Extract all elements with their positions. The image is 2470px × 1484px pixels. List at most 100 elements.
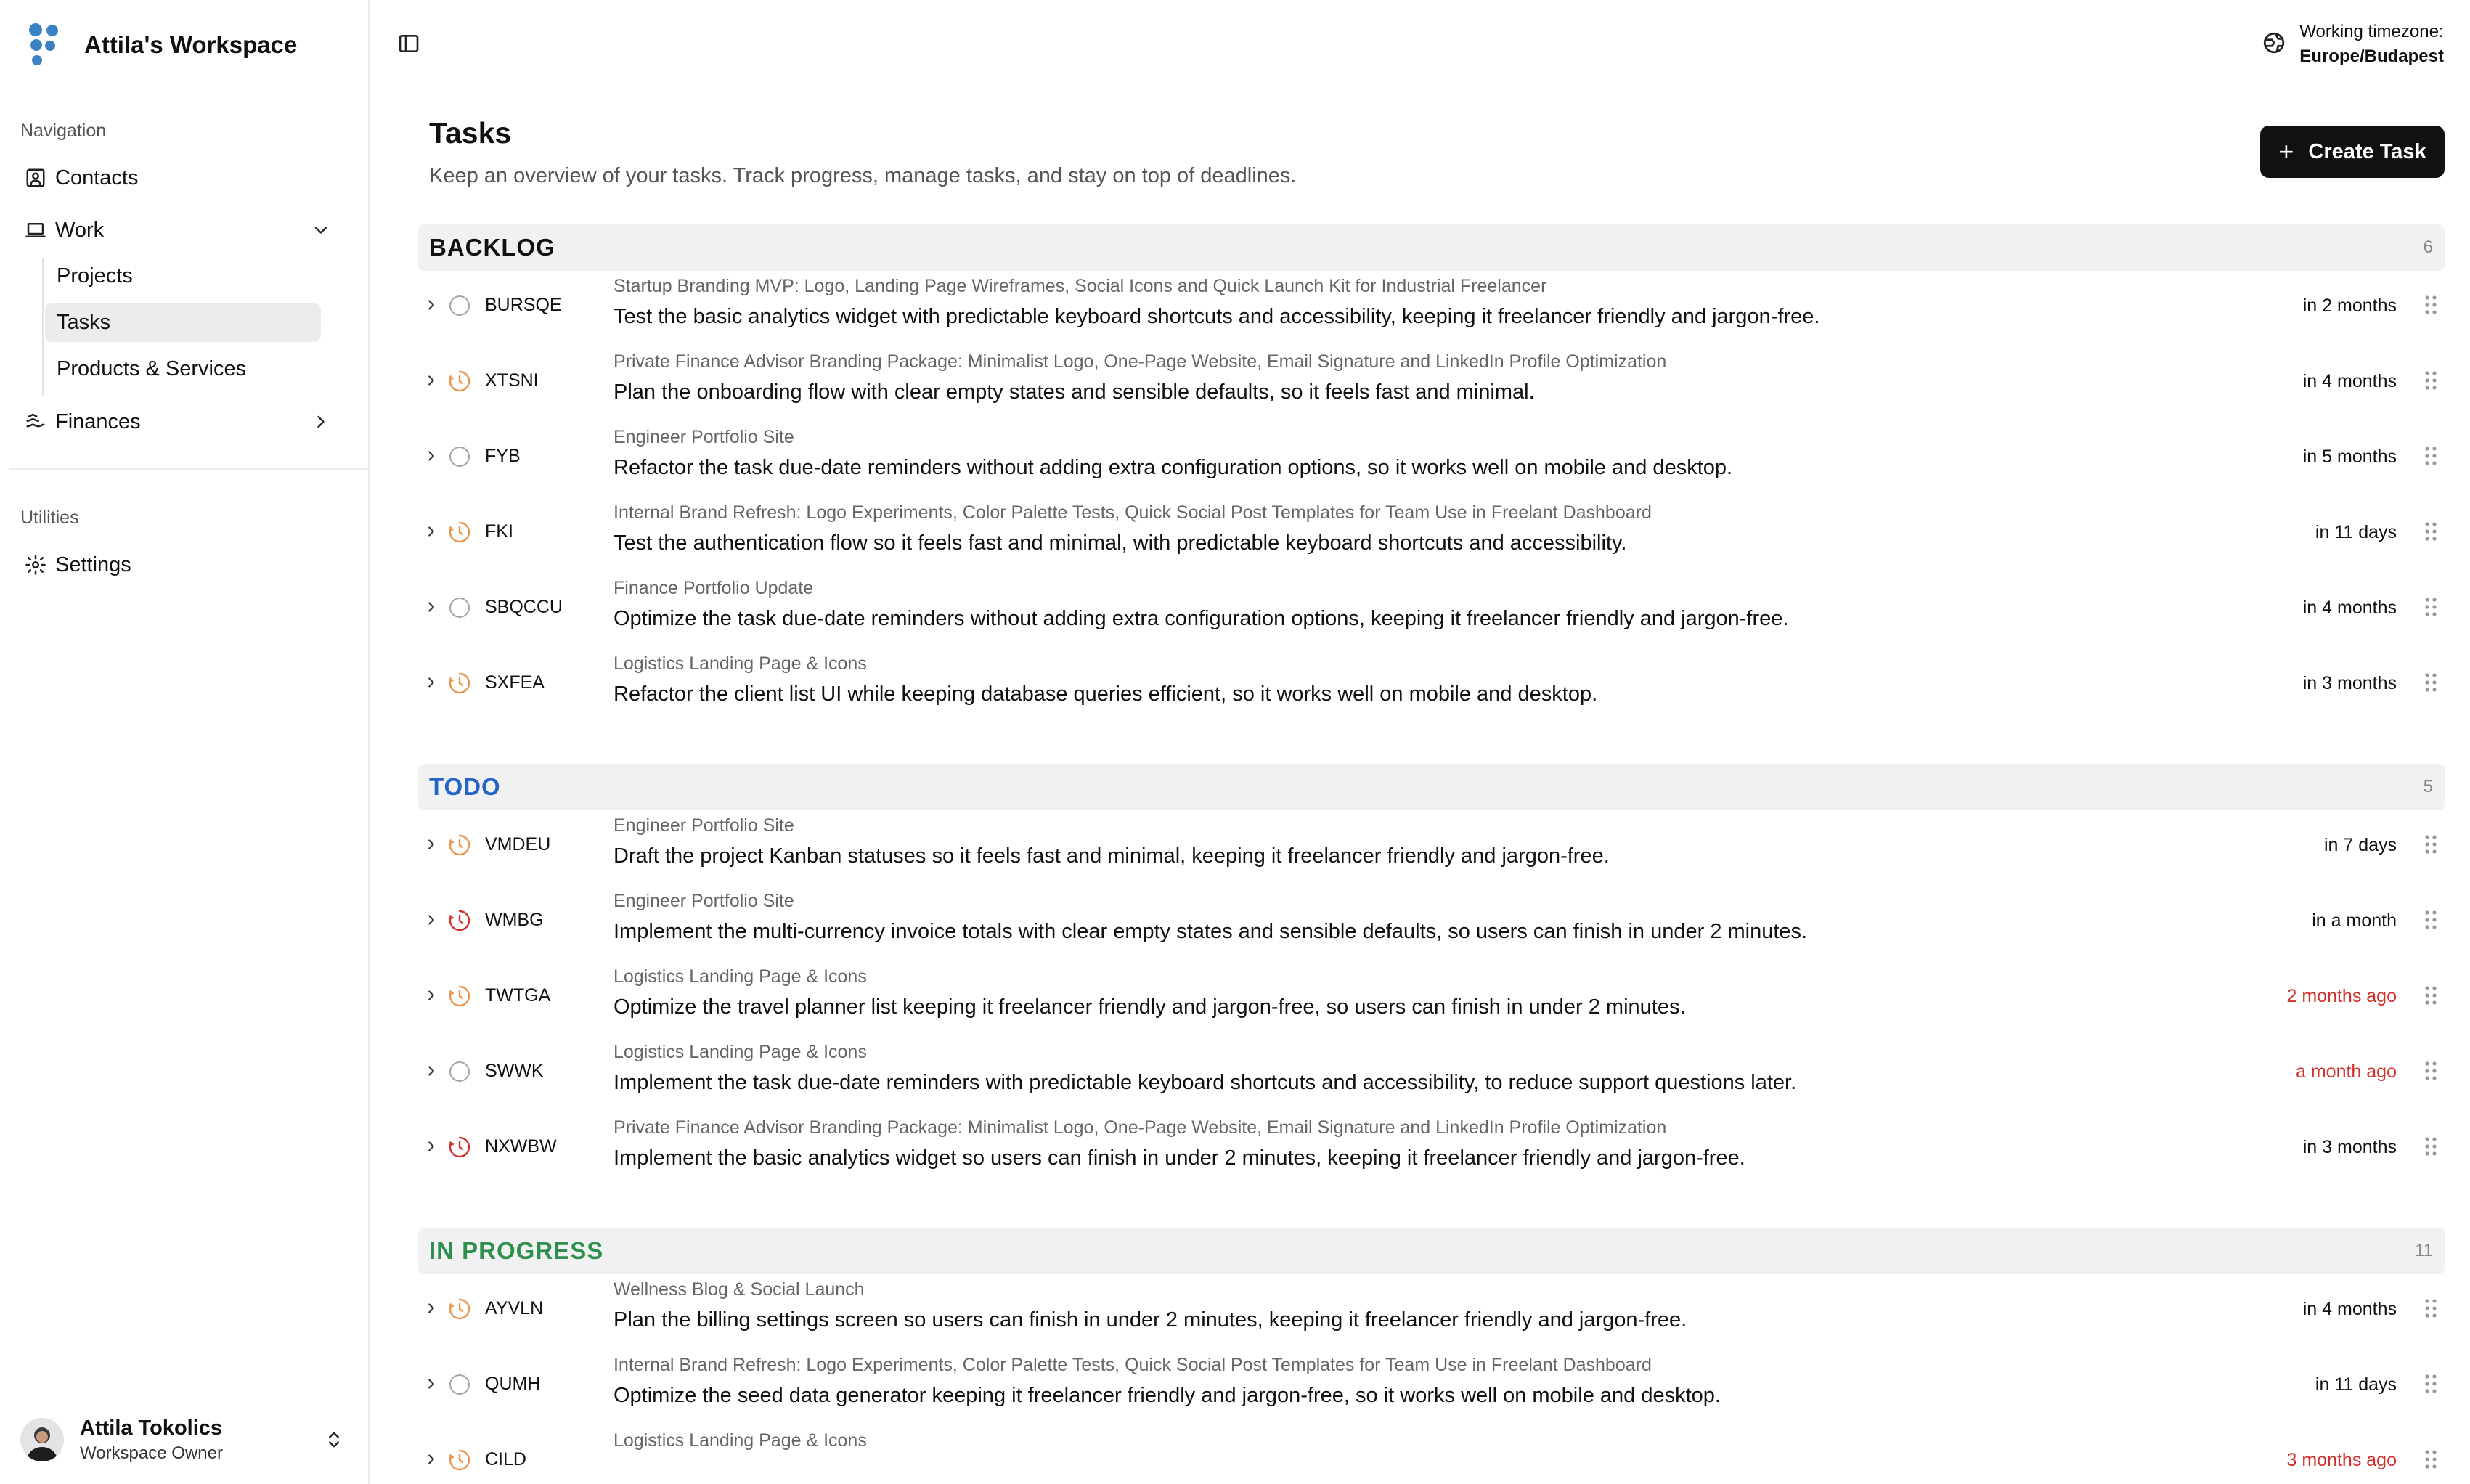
orange-clock-icon[interactable] — [447, 833, 472, 857]
task-row[interactable]: CILD Logistics Landing Page & Icons 3 mont… — [418, 1426, 2445, 1484]
task-row[interactable]: WMBG Engineer Portfolio Site Implement the… — [418, 886, 2445, 962]
group-header[interactable]: BACKLOG 6 — [418, 224, 2445, 271]
task-title[interactable]: Test the basic analytics widget with pre… — [614, 305, 1819, 329]
task-project[interactable]: Internal Brand Refresh: Logo Experiments… — [614, 1355, 1652, 1376]
chevron-right-icon[interactable] — [421, 443, 441, 469]
chevron-right-icon[interactable] — [421, 518, 441, 545]
sidebar-item-tasks[interactable]: Tasks — [45, 303, 321, 342]
task-row[interactable]: BURSQE Startup Branding MVP: Logo, Landin… — [418, 272, 2445, 347]
task-title[interactable]: Optimize the travel planner list keeping… — [614, 995, 1686, 1019]
drag-handle-icon[interactable] — [2420, 669, 2442, 696]
task-row[interactable]: FYB Engineer Portfolio Site Refactor the t… — [418, 423, 2445, 498]
user-menu[interactable]: Attila Tokolics Workspace Owner — [20, 1414, 354, 1465]
workspace-switcher[interactable]: Attila's Workspace — [29, 23, 297, 67]
chevron-right-icon[interactable] — [421, 1133, 441, 1159]
task-project[interactable]: Private Finance Advisor Branding Package… — [614, 351, 1666, 372]
task-row[interactable]: XTSNI Private Finance Advisor Branding Pa… — [418, 347, 2445, 423]
chevron-right-icon[interactable] — [421, 292, 441, 318]
create-task-button[interactable]: + Create Task — [2260, 126, 2445, 178]
empty-circle-icon[interactable] — [447, 1059, 472, 1084]
chevrons-up-down-icon[interactable] — [324, 1427, 344, 1456]
group-header[interactable]: IN PROGRESS 11 — [418, 1228, 2445, 1274]
task-title[interactable]: Implement the task due-date reminders wi… — [614, 1071, 1796, 1095]
task-row[interactable]: VMDEU Engineer Portfolio Site Draft the pr… — [418, 811, 2445, 886]
sidebar-toggle-icon[interactable] — [397, 32, 420, 59]
chevron-right-icon[interactable] — [421, 594, 441, 620]
task-project[interactable]: Private Finance Advisor Branding Package… — [614, 1117, 1666, 1138]
drag-handle-icon[interactable] — [2420, 1295, 2442, 1321]
task-row[interactable]: AYVLN Wellness Blog & Social Launch Plan t… — [418, 1275, 2445, 1350]
orange-clock-icon[interactable] — [447, 671, 472, 696]
chevron-down-icon[interactable] — [311, 220, 331, 244]
empty-circle-icon[interactable] — [447, 444, 472, 469]
task-title[interactable]: Implement the basic analytics widget so … — [614, 1146, 1745, 1170]
drag-handle-icon[interactable] — [2420, 1371, 2442, 1397]
task-title[interactable]: Refactor the client list UI while keepin… — [614, 682, 1597, 706]
sidebar-item-finances[interactable]: Finances — [10, 401, 351, 442]
chevron-right-icon[interactable] — [421, 1058, 441, 1084]
group-header[interactable]: TODO 5 — [418, 764, 2445, 810]
orange-clock-icon[interactable] — [447, 984, 472, 1008]
chevron-right-icon[interactable] — [421, 1446, 441, 1472]
chevron-right-icon[interactable] — [421, 1371, 441, 1397]
task-row[interactable]: QUMH Internal Brand Refresh: Logo Experim… — [418, 1350, 2445, 1426]
task-title[interactable]: Implement the multi-currency invoice tot… — [614, 920, 1807, 944]
task-row[interactable]: FKI Internal Brand Refresh: Logo Experime… — [418, 498, 2445, 574]
chevron-right-icon[interactable] — [311, 412, 331, 436]
sidebar-item-work[interactable]: Work — [10, 210, 351, 250]
task-project[interactable]: Engineer Portfolio Site — [614, 891, 794, 912]
drag-handle-icon[interactable] — [2420, 907, 2442, 933]
task-row[interactable]: SBQCCU Finance Portfolio Update Optimize t… — [418, 574, 2445, 649]
task-project[interactable]: Logistics Landing Page & Icons — [614, 966, 867, 987]
chevron-right-icon[interactable] — [421, 1295, 441, 1321]
task-project[interactable]: Engineer Portfolio Site — [614, 815, 794, 836]
task-project[interactable]: Wellness Blog & Social Launch — [614, 1279, 865, 1300]
drag-handle-icon[interactable] — [2420, 367, 2442, 394]
drag-handle-icon[interactable] — [2420, 594, 2442, 620]
task-project[interactable]: Logistics Landing Page & Icons — [614, 1042, 867, 1063]
orange-clock-icon[interactable] — [447, 1297, 472, 1321]
drag-handle-icon[interactable] — [2420, 1446, 2442, 1472]
task-title[interactable]: Test the authentication flow so it feels… — [614, 531, 1626, 555]
empty-circle-icon[interactable] — [447, 595, 472, 620]
task-project[interactable]: Engineer Portfolio Site — [614, 427, 794, 448]
red-clock-icon[interactable] — [447, 1135, 472, 1159]
sidebar-item-products-services[interactable]: Products & Services — [45, 349, 321, 388]
task-row[interactable]: TWTGA Logistics Landing Page & Icons Optim… — [418, 962, 2445, 1037]
orange-clock-icon[interactable] — [447, 1448, 472, 1472]
red-clock-icon[interactable] — [447, 908, 472, 933]
empty-circle-icon[interactable] — [447, 293, 472, 318]
drag-handle-icon[interactable] — [2420, 292, 2442, 318]
chevron-right-icon[interactable] — [421, 367, 441, 394]
chevron-right-icon[interactable] — [421, 982, 441, 1008]
task-project[interactable]: Internal Brand Refresh: Logo Experiments… — [614, 502, 1652, 523]
sidebar-item-contacts[interactable]: Contacts — [10, 158, 351, 198]
task-row[interactable]: SXFEA Logistics Landing Page & Icons Refac… — [418, 649, 2445, 725]
drag-handle-icon[interactable] — [2420, 518, 2442, 545]
task-title[interactable]: Draft the project Kanban statuses so it … — [614, 844, 1610, 868]
drag-handle-icon[interactable] — [2420, 1133, 2442, 1159]
task-project[interactable]: Finance Portfolio Update — [614, 578, 813, 599]
drag-handle-icon[interactable] — [2420, 982, 2442, 1008]
sidebar-item-settings[interactable]: Settings — [10, 545, 351, 585]
task-title[interactable]: Optimize the seed data generator keeping… — [614, 1384, 1721, 1408]
orange-clock-icon[interactable] — [447, 520, 472, 545]
sidebar-item-projects[interactable]: Projects — [45, 256, 321, 295]
drag-handle-icon[interactable] — [2420, 443, 2442, 469]
orange-clock-icon[interactable] — [447, 369, 472, 394]
task-project[interactable]: Logistics Landing Page & Icons — [614, 653, 867, 674]
task-row[interactable]: NXWBW Private Finance Advisor Branding Pa… — [418, 1113, 2445, 1189]
task-row[interactable]: SWWK Logistics Landing Page & Icons Implem… — [418, 1037, 2445, 1113]
task-title[interactable]: Refactor the task due-date reminders wit… — [614, 456, 1732, 480]
drag-handle-icon[interactable] — [2420, 1058, 2442, 1084]
task-title[interactable]: Plan the onboarding flow with clear empt… — [614, 380, 1535, 404]
task-project[interactable]: Startup Branding MVP: Logo, Landing Page… — [614, 276, 1546, 297]
chevron-right-icon[interactable] — [421, 669, 441, 696]
drag-handle-icon[interactable] — [2420, 831, 2442, 857]
task-project[interactable]: Logistics Landing Page & Icons — [614, 1430, 867, 1451]
empty-circle-icon[interactable] — [447, 1372, 472, 1397]
chevron-right-icon[interactable] — [421, 907, 441, 933]
task-title[interactable]: Plan the billing settings screen so user… — [614, 1308, 1687, 1332]
chevron-right-icon[interactable] — [421, 831, 441, 857]
task-title[interactable]: Optimize the task due-date reminders wit… — [614, 607, 1788, 631]
